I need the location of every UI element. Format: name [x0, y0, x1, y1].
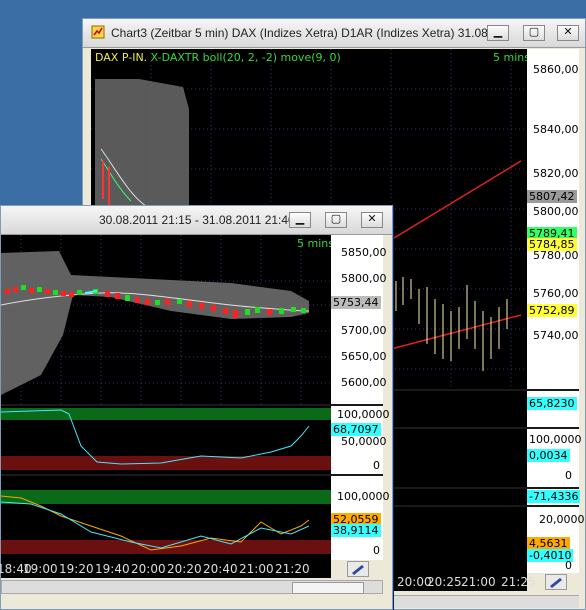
indicator-tick: 50,0000 [341, 435, 387, 448]
front-price-plot [1, 235, 331, 404]
chart-app-icon [91, 25, 105, 39]
front-price-axis[interactable]: 5850,00 5800,00 5753,44 5700,00 5650,00 … [331, 235, 387, 404]
last-price-tag: 5753,44 [331, 296, 381, 309]
indicator-tick: 100,0000 [337, 490, 390, 503]
scrollbar-thumb[interactable] [292, 582, 364, 594]
price-tick: 5850,00 [341, 246, 387, 259]
maximize-button[interactable]: ▢ [523, 25, 545, 41]
chart3-title: Chart3 (Zeitbar 5 min) DAX (Indizes Xetr… [111, 26, 491, 40]
chart3-titlebar[interactable]: Chart3 (Zeitbar 5 min) DAX (Indizes Xetr… [83, 19, 585, 48]
front-titlebar[interactable]: 30.08.2011 21:15 - 31.08.2011 21:40 ▁ ▢ … [1, 206, 392, 235]
drawing-tool-button[interactable] [545, 574, 567, 590]
price-tick: 5800,00 [533, 205, 579, 218]
price-tag-gray: 5807,42 [527, 190, 577, 203]
price-tick: 5840,00 [533, 123, 579, 136]
price-tick: 5800,00 [341, 272, 387, 285]
time-tick: 21:00 [461, 575, 496, 589]
drawing-tool-button[interactable] [347, 561, 369, 577]
time-tick: 21:00 [239, 562, 274, 576]
maximize-button[interactable]: ▢ [325, 212, 347, 228]
indicator-tick: 100,0000 [529, 433, 582, 446]
back-indicator-axis-3: -71,4336 [527, 489, 581, 505]
front-indicator-plot-2 [1, 490, 331, 554]
back-indicator-axis-2: 100,0000 0,0034 0 [527, 429, 582, 487]
back-chart-header: DAX P-IN. X-DAXTR boll(20, 2, -2) move(9… [95, 51, 341, 64]
time-tick: 19:00 [23, 562, 58, 576]
minimize-button[interactable]: ▁ [289, 212, 311, 228]
close-button[interactable]: ✕ [557, 25, 579, 41]
price-tick: 5760,00 [533, 287, 579, 300]
time-tick: 20:25 [427, 575, 462, 589]
price-tick: 5780,00 [533, 249, 579, 262]
indicator-tick: 0 [373, 544, 380, 557]
indicator-tick: 0 [373, 459, 380, 472]
front-indicator-plot-1 [1, 408, 331, 470]
instrument-label: DAX P-IN. [95, 51, 148, 64]
indicator-tag: 38,9114 [331, 524, 381, 537]
minimize-icon: ▁ [295, 212, 305, 225]
indicator-tick: 100,0000 [337, 408, 390, 421]
pen-icon [550, 578, 562, 588]
price-tick: 5650,00 [341, 350, 387, 363]
front-indicator-axis-1: 100,0000 68,7097 50,0000 0 [331, 406, 390, 474]
front-indicator-pane-2[interactable] [1, 476, 331, 560]
indicator-tick: 20,0000 [539, 513, 585, 526]
price-tick: 5600,00 [341, 376, 387, 389]
front-title: 30.08.2011 21:15 - 31.08.2011 21:40 [99, 213, 289, 227]
front-interval-label: 5 mins [297, 237, 331, 250]
time-tick: 20:20 [167, 562, 202, 576]
back-interval-label: 5 mins [493, 51, 527, 64]
time-tick: 20:40 [203, 562, 238, 576]
time-tick: 19:40 [95, 562, 130, 576]
price-tick: 5860,00 [533, 63, 579, 76]
back-indicator-axis-4: 20,0000 4,5631 -0,4010 0 [527, 507, 585, 573]
time-tick: 21:20 [275, 562, 310, 576]
front-price-chart[interactable]: 5 mins [1, 235, 331, 404]
price-tick: 5820,00 [533, 167, 579, 180]
price-tick: 5740,00 [533, 329, 579, 342]
indicator-tag: -71,4336 [527, 490, 581, 503]
indicator-tick: 0 [565, 469, 572, 482]
minimize-button[interactable]: ▁ [487, 25, 509, 41]
close-icon: ✕ [367, 212, 377, 225]
front-chart-window[interactable]: 30.08.2011 21:15 - 31.08.2011 21:40 ▁ ▢ … [0, 205, 393, 610]
price-tick: 5700,00 [341, 324, 387, 337]
last-price-tag: 5752,89 [527, 304, 577, 317]
maximize-icon: ▢ [528, 25, 540, 38]
maximize-icon: ▢ [330, 212, 342, 225]
pen-icon [352, 565, 364, 575]
indicator-tag: 0,0034 [527, 449, 570, 462]
time-tick: 21:25 [501, 575, 536, 589]
bollinger-band [1, 251, 309, 395]
indicator-tick: 0 [565, 559, 572, 572]
minimize-icon: ▁ [493, 25, 503, 38]
front-horizontal-scrollbar[interactable] [1, 580, 383, 594]
time-tick: 20:00 [131, 562, 166, 576]
front-indicator-axis-2: 100,0000 52,0559 38,9114 0 [331, 476, 390, 560]
front-time-axis[interactable]: 18:40 19:00 19:20 19:40 20:00 20:20 20:4… [0, 560, 331, 578]
time-tick: 19:20 [59, 562, 94, 576]
back-indicator-axis-1: 65,8230 [527, 391, 579, 427]
back-price-axis[interactable]: 5860,00 5840,00 5820,00 5807,42 5800,00 … [527, 49, 579, 389]
close-icon: ✕ [563, 25, 573, 38]
indicator-tag: 65,8230 [527, 397, 577, 410]
indicators-label: X-DAXTR boll(20, 2, -2) move(9, 0) [150, 51, 341, 64]
front-indicator-pane-1[interactable] [1, 406, 331, 474]
close-button[interactable]: ✕ [361, 212, 383, 228]
